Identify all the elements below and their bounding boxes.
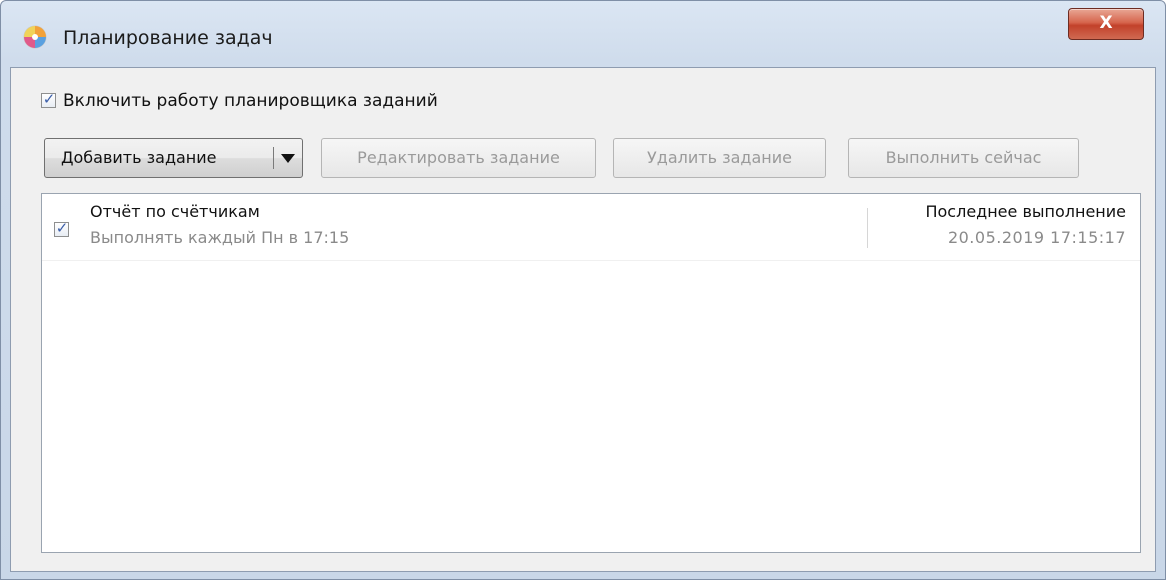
close-icon: X [1099, 13, 1113, 33]
check-icon: ✓ [42, 90, 56, 108]
scheduler-window: Планирование задач X ✓ Включить работу п… [0, 0, 1166, 580]
add-task-button[interactable]: Добавить задание [44, 138, 303, 178]
last-run-value: 20.05.2019 17:15:17 [947, 228, 1126, 247]
column-divider [867, 208, 868, 248]
title-bar[interactable]: Планирование задач X [1, 1, 1165, 67]
check-icon: ✓ [55, 219, 69, 237]
last-run-header: Последнее выполнение [925, 202, 1126, 221]
delete-task-button[interactable]: Удалить задание [613, 138, 826, 178]
task-list[interactable]: ✓ Отчёт по счётчикам Выполнять каждый Пн… [41, 193, 1141, 553]
edit-task-button[interactable]: Редактировать задание [321, 138, 596, 178]
dropdown-arrow-icon[interactable] [281, 154, 295, 163]
split-divider [273, 147, 274, 169]
add-task-label: Добавить задание [61, 148, 217, 167]
enable-scheduler-row[interactable]: ✓ Включить работу планировщика заданий [41, 90, 438, 112]
task-row[interactable]: ✓ Отчёт по счётчикам Выполнять каждый Пн… [42, 194, 1140, 261]
close-button[interactable]: X [1068, 8, 1144, 40]
task-schedule: Выполнять каждый Пн в 17:15 [90, 228, 350, 247]
enable-scheduler-checkbox[interactable]: ✓ [41, 90, 56, 108]
scheduler-app-icon [23, 25, 47, 49]
enable-scheduler-label[interactable]: Включить работу планировщика заданий [63, 91, 438, 111]
task-name: Отчёт по счётчикам [90, 202, 260, 221]
client-area: ✓ Включить работу планировщика заданий Д… [10, 67, 1156, 572]
window-title: Планирование задач [63, 27, 273, 49]
run-now-button[interactable]: Выполнить сейчас [848, 138, 1079, 178]
task-enabled-checkbox[interactable]: ✓ [54, 219, 69, 237]
